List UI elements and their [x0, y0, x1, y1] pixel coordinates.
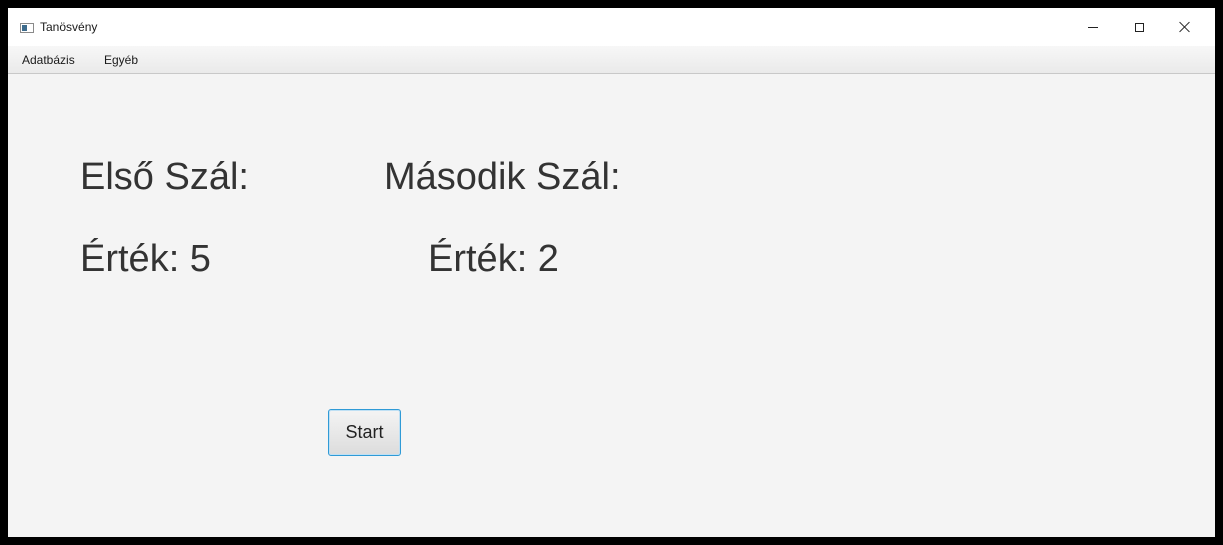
close-button[interactable]: [1162, 8, 1208, 46]
maximize-icon: [1134, 22, 1144, 32]
first-thread-label: Első Szál:: [80, 156, 249, 198]
app-icon: [20, 23, 34, 33]
first-thread-value: Érték: 5: [80, 238, 211, 280]
title-bar[interactable]: Tanösvény: [8, 8, 1215, 46]
menu-bar: Adatbázis Egyéb: [8, 46, 1215, 74]
menu-adatbazis[interactable]: Adatbázis: [22, 53, 75, 67]
app-window: Tanösvény Adatbázis Egyéb Első Szál: Más…: [8, 8, 1215, 537]
close-icon: [1179, 21, 1191, 33]
second-thread-value: Érték: 2: [428, 238, 559, 280]
window-title: Tanösvény: [40, 20, 98, 34]
second-thread-label: Második Szál:: [384, 156, 621, 198]
maximize-button[interactable]: [1116, 8, 1162, 46]
minimize-button[interactable]: [1070, 8, 1116, 46]
menu-egyeb[interactable]: Egyéb: [104, 53, 138, 67]
start-button[interactable]: Start: [328, 409, 401, 456]
minimize-icon: [1088, 26, 1098, 28]
